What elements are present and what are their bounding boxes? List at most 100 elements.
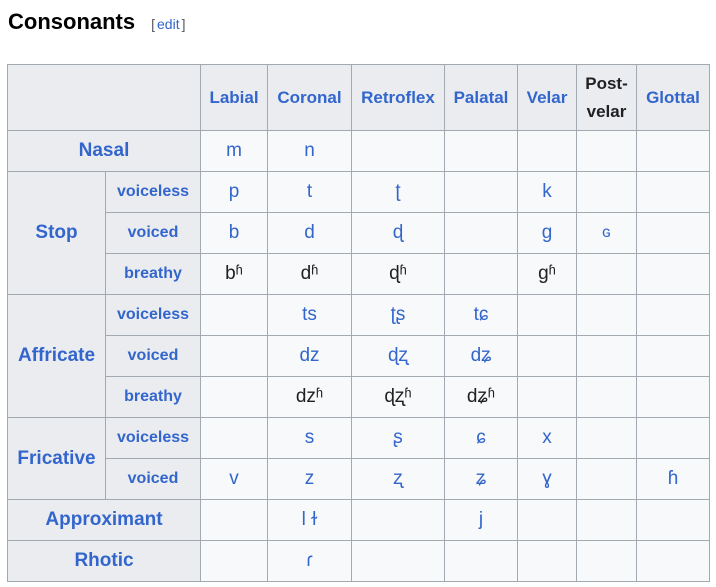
phoneme-cell[interactable]: x — [517, 417, 577, 459]
empty-cell — [517, 335, 577, 377]
phoneme-cell[interactable]: m — [200, 130, 268, 172]
row-stop-breathy: breathy bʱ dʱ ɖʱ ɡʱ — [8, 253, 710, 295]
row-subheader-voiced[interactable]: voiced — [105, 458, 201, 500]
phoneme-cell[interactable]: tɕ — [444, 294, 518, 336]
empty-cell — [576, 540, 637, 582]
col-header-palatal[interactable]: Palatal — [444, 64, 518, 131]
empty-cell — [576, 499, 637, 541]
empty-cell — [444, 212, 518, 254]
phoneme-cell[interactable]: ʑ — [444, 458, 518, 500]
row-stop-voiceless: Stop voiceless p t ʈ k — [7, 171, 710, 295]
row-fricative-voiceless: Fricative voiceless s ʂ ɕ x — [7, 417, 710, 500]
row-header-fricative[interactable]: Fricative — [7, 417, 106, 500]
col-header-velar[interactable]: Velar — [517, 64, 577, 131]
edit-section: [edit] — [151, 16, 185, 32]
phoneme-cell[interactable]: z — [267, 458, 352, 500]
empty-cell — [351, 499, 445, 541]
empty-cell — [200, 417, 268, 459]
phoneme-cell[interactable]: k — [517, 171, 577, 213]
phoneme-cell[interactable]: ɖʐ — [351, 335, 445, 377]
empty-cell — [636, 130, 710, 172]
empty-cell — [444, 171, 518, 213]
phoneme-cell[interactable]: ɡ — [517, 212, 577, 254]
phoneme-cell[interactable]: j — [444, 499, 518, 541]
phoneme-cell[interactable]: ɢ — [576, 212, 637, 254]
row-subheader-voiceless[interactable]: voiceless — [105, 417, 201, 459]
row-subheader-voiceless[interactable]: voiceless — [105, 171, 201, 213]
empty-cell — [200, 294, 268, 336]
phoneme-cell[interactable]: d — [267, 212, 352, 254]
row-subheader-voiced[interactable]: voiced — [105, 335, 201, 377]
empty-cell — [517, 376, 577, 418]
empty-cell — [576, 417, 637, 459]
empty-cell — [636, 171, 710, 213]
phoneme-cell[interactable]: b — [200, 212, 268, 254]
row-subheader-breathy[interactable]: breathy — [105, 253, 201, 295]
row-subheader-voiced[interactable]: voiced — [105, 212, 201, 254]
section-title: Consonants — [8, 9, 136, 34]
row-affricate-breathy: breathy dzʱ ɖʐʱ dʑʱ — [8, 376, 710, 418]
header-row: Labial Coronal Retroflex Palatal Velar P… — [7, 64, 710, 131]
phoneme-cell[interactable]: s — [267, 417, 352, 459]
empty-cell — [636, 335, 710, 377]
empty-cell — [576, 458, 637, 500]
empty-cell — [636, 417, 710, 459]
empty-cell — [444, 130, 518, 172]
row-header-nasal[interactable]: Nasal — [7, 130, 201, 172]
col-header-retroflex[interactable]: Retroflex — [351, 64, 445, 131]
phoneme-cell: dzʱ — [267, 376, 352, 418]
phoneme-cell[interactable]: ɾ — [267, 540, 352, 582]
empty-cell — [576, 335, 637, 377]
phoneme-cell[interactable]: dʑ — [444, 335, 518, 377]
col-header-labial[interactable]: Labial — [200, 64, 268, 131]
row-affricate-voiced: voiced dz ɖʐ dʑ — [8, 335, 710, 377]
empty-cell — [576, 171, 637, 213]
row-header-stop[interactable]: Stop — [7, 171, 106, 295]
row-rhotic: Rhotic ɾ — [7, 540, 710, 582]
phoneme-cell[interactable]: n — [267, 130, 352, 172]
empty-cell — [444, 253, 518, 295]
phoneme-cell[interactable]: ɣ — [517, 458, 577, 500]
phoneme-cell[interactable]: p — [200, 171, 268, 213]
empty-cell — [636, 212, 710, 254]
col-header-glottal[interactable]: Glottal — [636, 64, 710, 131]
empty-cell — [200, 376, 268, 418]
phoneme-cell[interactable]: t — [267, 171, 352, 213]
row-subheader-voiceless[interactable]: voiceless — [105, 294, 201, 336]
phoneme-cell[interactable]: ɕ — [444, 417, 518, 459]
row-header-affricate[interactable]: Affricate — [7, 294, 106, 418]
edit-link[interactable]: edit — [157, 16, 180, 32]
col-header-coronal[interactable]: Coronal — [267, 64, 352, 131]
empty-cell — [351, 130, 445, 172]
phoneme-cell[interactable]: ʈ — [351, 171, 445, 213]
consonants-table: Labial Coronal Retroflex Palatal Velar P… — [7, 64, 710, 582]
empty-cell — [636, 376, 710, 418]
row-subheader-breathy[interactable]: breathy — [105, 376, 201, 418]
empty-cell — [576, 130, 637, 172]
phoneme-cell[interactable]: l ɫ — [267, 499, 352, 541]
empty-cell — [576, 253, 637, 295]
phoneme-cell[interactable]: v — [200, 458, 268, 500]
phoneme-cell: ɖʱ — [351, 253, 445, 295]
phoneme-cell: bʱ — [200, 253, 268, 295]
phoneme-cell[interactable]: ɖ — [351, 212, 445, 254]
row-nasal: Nasal m n — [7, 130, 710, 172]
phoneme-cell[interactable]: ts — [267, 294, 352, 336]
phoneme-cell: ɖʐʱ — [351, 376, 445, 418]
phoneme-cell[interactable]: dz — [267, 335, 352, 377]
phoneme-cell[interactable]: ʈʂ — [351, 294, 445, 336]
phoneme-cell[interactable]: ɦ — [636, 458, 710, 500]
phoneme-cell[interactable]: ʂ — [351, 417, 445, 459]
row-fricative-voiced: voiced v z ʐ ʑ ɣ ɦ — [8, 458, 710, 500]
empty-cell — [200, 540, 268, 582]
phoneme-cell[interactable]: ʐ — [351, 458, 445, 500]
row-header-approximant[interactable]: Approximant — [7, 499, 201, 541]
empty-cell — [351, 540, 445, 582]
phoneme-cell: dʱ — [267, 253, 352, 295]
row-header-rhotic[interactable]: Rhotic — [7, 540, 201, 582]
section-heading: Consonants [edit] — [8, 9, 185, 41]
empty-cell — [636, 540, 710, 582]
row-approximant: Approximant l ɫ j — [7, 499, 710, 541]
phoneme-cell: ɡʱ — [517, 253, 577, 295]
empty-cell — [444, 540, 518, 582]
